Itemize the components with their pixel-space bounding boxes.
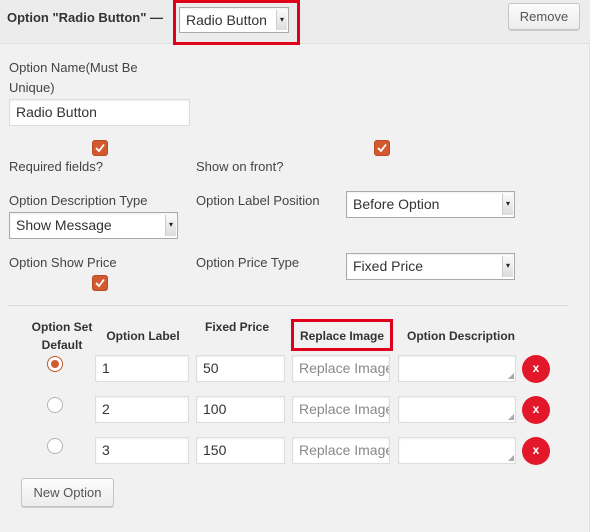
default-radio[interactable] [47,356,63,372]
price-type-label: Option Price Type [196,255,300,270]
chevron-down-icon: ▾ [165,215,176,236]
delete-option-button[interactable]: x [522,396,550,424]
option-panel: Option "Radio Button" — Radio Button ▾ R… [0,0,590,532]
chevron-down-icon: ▾ [276,10,287,30]
replace-image-input[interactable]: Replace Image [292,437,390,464]
delete-option-button[interactable]: x [522,355,550,383]
show-on-front-label: Show on front? [196,159,284,174]
option-description-textarea[interactable]: ◢ [398,396,516,423]
option-name-input[interactable]: Radio Button [9,99,190,126]
price-type-value: Fixed Price [353,258,424,274]
replace-image-input[interactable]: Replace Image [292,396,390,423]
description-type-value: Show Message [16,217,112,233]
show-price-label: Option Show Price [9,255,117,270]
checkmark-icon [95,278,105,288]
label-position-label: Option Label Position [196,193,320,208]
label-position-select[interactable]: Before Option ▾ [346,191,515,218]
label-position-value: Before Option [353,196,440,212]
header-option-label: Option Label [106,329,180,343]
remove-button[interactable]: Remove [508,3,580,30]
checkmark-icon [95,143,105,153]
default-radio[interactable] [47,438,63,454]
header-default: Option Set Default [31,320,93,352]
fixed-price-input[interactable]: 100 [196,396,285,423]
required-checkbox[interactable] [92,140,108,156]
description-type-select[interactable]: Show Message ▾ [9,212,178,239]
header-replace-image: Replace Image [299,329,385,343]
fixed-price-input[interactable]: 50 [196,355,285,382]
show-on-front-checkbox[interactable] [374,140,390,156]
resize-grip-icon[interactable]: ◢ [508,454,514,462]
section-divider [8,305,568,306]
delete-option-button[interactable]: x [522,437,550,465]
price-type-select[interactable]: Fixed Price ▾ [346,253,515,280]
option-header: Option "Radio Button" — Radio Button ▾ R… [0,0,590,45]
description-type-label: Option Description Type [9,193,148,208]
default-radio[interactable] [47,397,63,413]
chevron-down-icon: ▾ [502,194,513,215]
required-label: Required fields? [9,159,103,174]
option-name-label: Option Name(Must Be Unique) [9,60,138,95]
option-type-select-value: Radio Button [186,12,267,28]
chevron-down-icon: ▾ [502,256,513,277]
option-label-input[interactable]: 2 [95,396,189,423]
checkmark-icon [377,143,387,153]
option-description-textarea[interactable]: ◢ [398,355,516,382]
option-description-textarea[interactable]: ◢ [398,437,516,464]
option-title: Option "Radio Button" — [7,10,164,25]
resize-grip-icon[interactable]: ◢ [508,372,514,380]
option-type-select[interactable]: Radio Button ▾ [179,7,289,33]
fixed-price-input[interactable]: 150 [196,437,285,464]
replace-image-input[interactable]: Replace Image [292,355,390,382]
header-option-description: Option Description [407,329,515,343]
option-label-input[interactable]: 3 [95,437,189,464]
option-label-input[interactable]: 1 [95,355,189,382]
new-option-button[interactable]: New Option [21,478,114,507]
resize-grip-icon[interactable]: ◢ [508,413,514,421]
show-price-checkbox[interactable] [92,275,108,291]
header-fixed-price: Fixed Price [204,320,270,334]
